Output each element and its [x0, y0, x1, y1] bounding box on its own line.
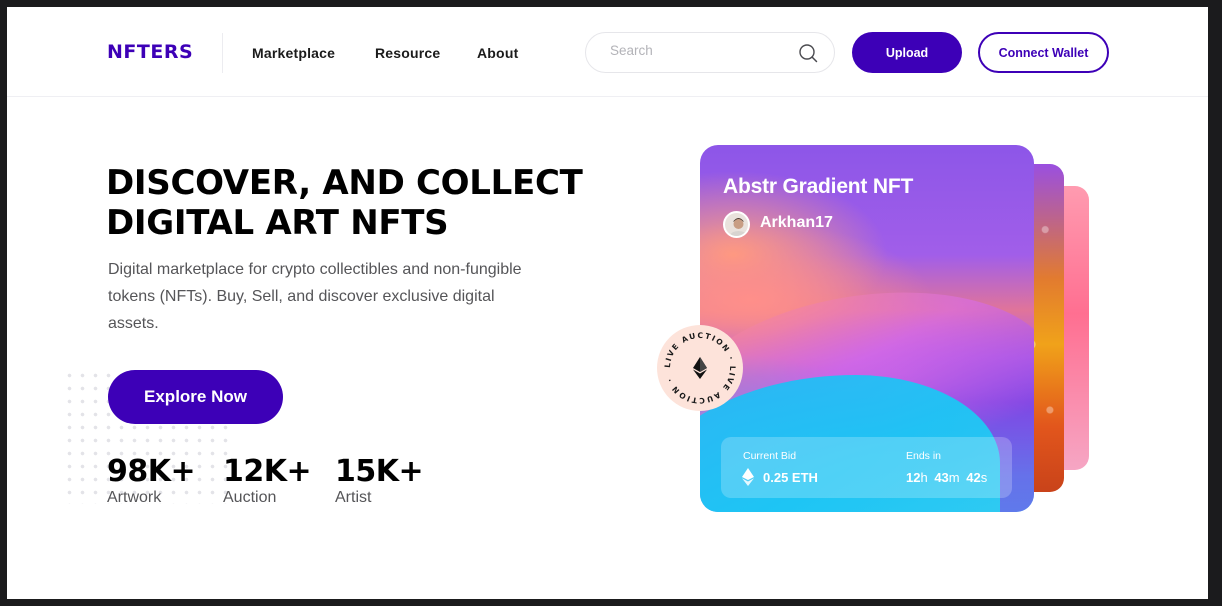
countdown-minutes: 43: [934, 470, 949, 485]
nft-card-featured[interactable]: Abstr Gradient NFT Arkhan17 Current Bid …: [700, 145, 1034, 512]
nav-link-marketplace[interactable]: Marketplace: [252, 45, 335, 61]
nft-title: Abstr Gradient NFT: [723, 175, 914, 198]
bid-panel: Current Bid 0.25 ETH Ends in 12h 43m 42s: [721, 437, 1012, 498]
countdown-seconds: 42: [966, 470, 981, 485]
explore-now-button[interactable]: Explore Now: [108, 370, 283, 424]
stat-label: Artwork: [107, 489, 162, 506]
hero-title: DISCOVER, AND COLLECT DIGITAL ART NFTS: [106, 163, 583, 243]
live-auction-badge: LIVE AUCTION · LIVE AUCTION ·: [657, 325, 743, 411]
avatar-person-icon: [729, 218, 748, 236]
nav-link-resource[interactable]: Resource: [375, 45, 440, 61]
nav-link-about[interactable]: About: [477, 45, 518, 61]
search-input[interactable]: [610, 43, 790, 58]
stat-label: Auction: [223, 489, 277, 506]
search-box: [585, 32, 835, 73]
hero-description: Digital marketplace for crypto collectib…: [108, 261, 522, 332]
ethereum-icon: [693, 357, 707, 379]
stat-auction: 12K+ Auction: [223, 454, 312, 507]
stat-value: 12K+: [223, 454, 312, 489]
creator-avatar[interactable]: [723, 211, 750, 238]
countdown-timer: 12h 43m 42s: [906, 470, 987, 485]
current-bid-label: Current Bid: [743, 450, 797, 462]
stat-artist: 15K+ Artist: [335, 454, 424, 507]
connect-wallet-button[interactable]: Connect Wallet: [978, 32, 1109, 73]
upload-button[interactable]: Upload: [852, 32, 962, 73]
search-icon[interactable]: [798, 43, 818, 63]
nav-divider: [222, 33, 223, 73]
page: NFTERS Marketplace Resource About Upload…: [7, 7, 1208, 599]
countdown-seconds-unit: s: [980, 470, 988, 485]
countdown-minutes-unit: m: [948, 470, 960, 485]
ends-in-label: Ends in: [906, 450, 942, 462]
top-navbar: NFTERS Marketplace Resource About Upload…: [7, 7, 1208, 97]
countdown-hours: 12: [906, 470, 921, 485]
countdown-hours-unit: h: [920, 470, 928, 485]
window-bottom-bar: [0, 599, 1222, 606]
creator-name[interactable]: Arkhan17: [760, 214, 833, 232]
live-auction-ring: LIVE AUCTION · LIVE AUCTION ·: [663, 331, 736, 405]
ethereum-icon: [742, 468, 754, 486]
stat-value: 98K+: [107, 454, 196, 489]
stat-label: Artist: [335, 489, 372, 506]
logo[interactable]: NFTERS: [107, 41, 193, 63]
current-bid-value: 0.25 ETH: [763, 470, 818, 485]
stat-artwork: 98K+ Artwork: [107, 454, 196, 507]
stat-value: 15K+: [335, 454, 424, 489]
